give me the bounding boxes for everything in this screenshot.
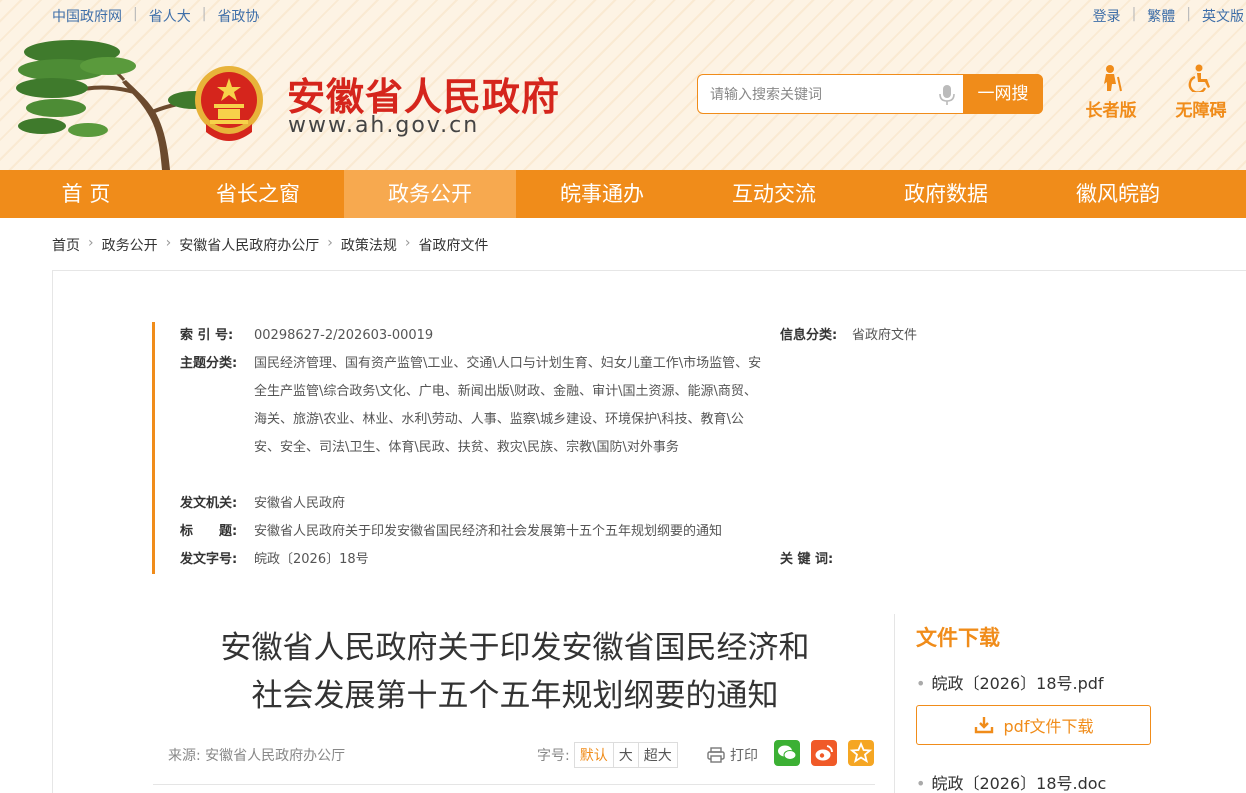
topic-value: 国民经济管理、国有资产监管\工业、交通\人口与计划生育、妇女儿童工作\市场监管、… [254,356,762,455]
article-divider [153,784,875,785]
download-file-doc-name: 皖政〔2026〕18号.doc [931,774,1107,793]
nav-government-data[interactable]: 政府数据 [860,170,1032,218]
elder-mode-label: 长者版 [1085,101,1137,121]
article-title: 安徽省人民政府关于印发安徽省国民经济和 社会发展第十五个五年规划纲要的通知 [155,624,875,720]
english-version-link[interactable]: 英文版 [1202,6,1244,26]
font-size-label: 字号: [537,748,570,764]
font-size-large[interactable]: 大 [612,743,638,767]
main-nav: 首 页 省长之窗 政务公开 皖事通办 互动交流 政府数据 徽风皖韵 [0,170,1246,218]
font-size-control: 字号: 默认 大 超大 [537,742,678,768]
weibo-icon [815,745,833,761]
pdf-download-label: pdf文件下载 [1003,717,1094,736]
chevron-right-icon: › [327,235,333,251]
wechat-icon [778,745,797,760]
chevron-right-icon: › [165,235,172,251]
login-link[interactable]: 登录 [1093,6,1121,26]
breadcrumb-government-affairs[interactable]: 政务公开 [102,235,158,255]
elder-person-icon [1104,65,1122,92]
accessibility-label: 无障碍 [1175,101,1227,121]
national-emblem-icon [195,66,263,141]
link-provincial-congress[interactable]: 省人大 [149,6,191,26]
search-button[interactable]: 一网搜 [963,74,1043,114]
print-label: 打印 [730,748,758,764]
index-number-label: 索 引 号: [180,328,234,343]
index-number-value: 00298627-2/202603-00019 [254,328,434,343]
info-class-label: 信息分类: [780,328,838,343]
link-provincial-cppcc[interactable]: 省政协 [217,6,259,26]
breadcrumb-policies[interactable]: 政策法规 [341,235,397,255]
share-weibo-button[interactable] [811,740,837,766]
nav-interaction[interactable]: 互动交流 [688,170,860,218]
printer-icon [707,747,725,763]
info-class-value: 省政府文件 [852,328,918,343]
pdf-download-button[interactable]: pdf文件下载 [916,705,1151,745]
download-icon [974,717,993,734]
document-metadata: 索 引 号: 00298627-2/202603-00019 信息分类: 省政府… [152,322,917,574]
issuer-label: 发文机关: [180,496,238,511]
title-value: 安徽省人民政府关于印发安徽省国民经济和社会发展第十五个五年规划纲要的通知 [254,524,723,539]
breadcrumb-general-office[interactable]: 安徽省人民政府办公厅 [179,235,319,255]
download-file-pdf-name: 皖政〔2026〕18号.pdf [931,674,1104,693]
traditional-chinese-link[interactable]: 繁體 [1147,6,1175,26]
accessibility-button[interactable]: 无障碍 [1166,64,1236,121]
breadcrumb-provincial-documents[interactable]: 省政府文件 [418,235,488,255]
top-bar: 中国政府网 | 省人大 | 省政协 登录 | 繁體 | 英文版 [52,6,1244,26]
search-input[interactable] [710,84,930,106]
issuer-value: 安徽省人民政府 [254,496,346,511]
topic-label: 主题分类: [180,356,238,371]
article-source: 来源: 安徽省人民政府办公厅 [168,748,346,764]
nav-online-services[interactable]: 皖事通办 [516,170,688,218]
wheelchair-icon [1188,64,1210,92]
downloads-title: 文件下载 [916,626,1000,650]
site-url: www.ah.gov.cn [288,113,480,138]
print-button[interactable]: 打印 [707,745,758,765]
download-file-pdf[interactable]: • 皖政〔2026〕18号.pdf [916,670,1104,694]
search-box: 一网搜 [697,74,1043,114]
font-size-default[interactable]: 默认 [575,743,613,767]
nav-home[interactable]: 首 页 [0,170,172,218]
download-file-doc[interactable]: • 皖政〔2026〕18号.doc [916,770,1106,793]
document-number-value: 皖政〔2026〕18号 [254,552,369,567]
keywords-label: 关 键 词: [780,552,834,567]
breadcrumb-home[interactable]: 首页 [52,235,80,255]
microphone-icon[interactable] [938,84,956,106]
nav-government-affairs[interactable]: 政务公开 [344,170,516,218]
document-number-label: 发文字号: [180,552,238,567]
favorite-button[interactable] [848,740,874,766]
huangshan-pine-illustration [16,40,220,170]
chevron-right-icon: › [404,235,411,251]
star-icon [849,741,873,763]
nav-anhui-culture[interactable]: 徽风皖韵 [1032,170,1204,218]
title-label: 标 题: [180,524,238,539]
elder-mode-button[interactable]: 长者版 [1076,64,1146,121]
link-gov-cn[interactable]: 中国政府网 [52,6,122,26]
article-title-line-1: 安徽省人民政府关于印发安徽省国民经济和 [220,630,810,666]
share-wechat-button[interactable] [774,740,800,766]
sidebar-divider [894,614,895,793]
article-title-line-2: 社会发展第十五个五年规划纲要的通知 [251,678,779,714]
chevron-right-icon: › [88,235,94,251]
nav-governor-window[interactable]: 省长之窗 [172,170,344,218]
breadcrumb: 首页 › 政务公开 › 安徽省人民政府办公厅 › 政策法规 › 省政府文件 [52,235,488,255]
font-size-extra-large[interactable]: 超大 [637,743,677,767]
